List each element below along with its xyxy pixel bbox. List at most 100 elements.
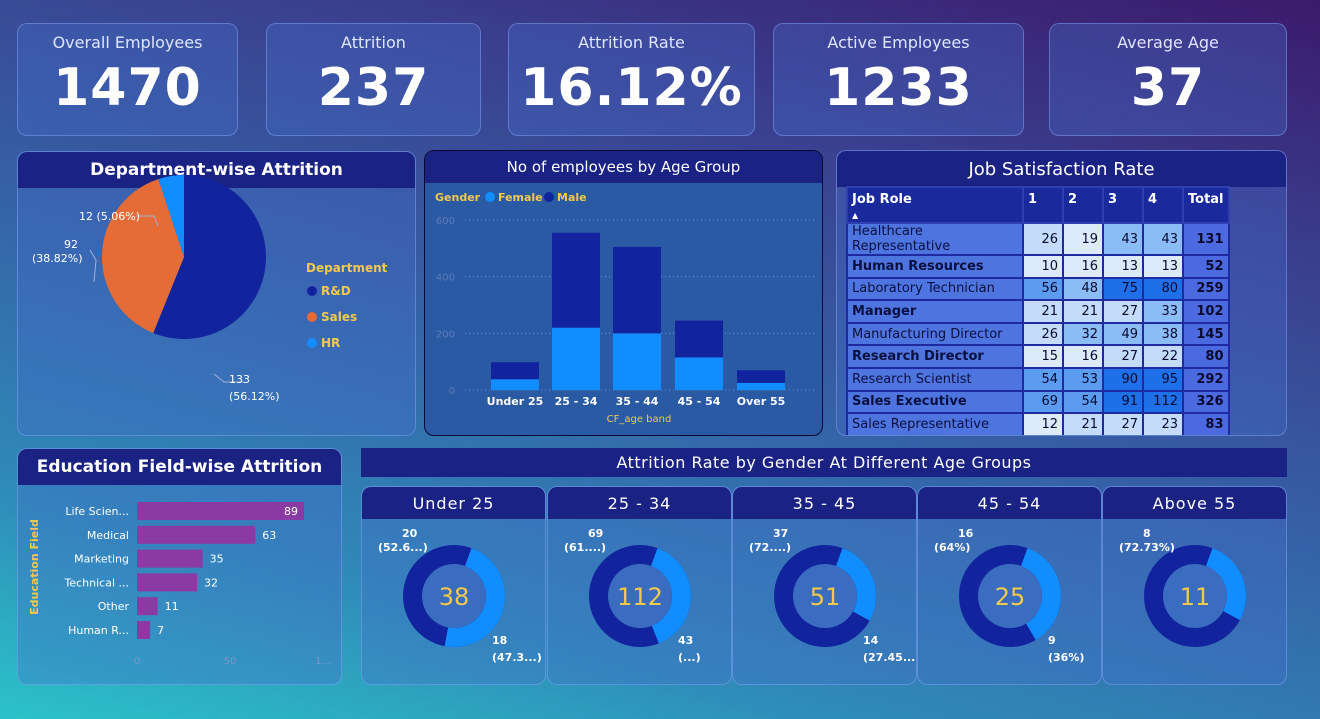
donut-center-value: 25 <box>995 583 1026 611</box>
kpi-title: Overall Employees <box>52 33 203 52</box>
legend-dot-sales <box>307 312 317 322</box>
x-tick-label: 1... <box>315 656 331 667</box>
table-row[interactable]: Research Scientist 54 53 90 95 292 <box>846 366 1230 392</box>
bar-education[interactable] <box>137 502 304 520</box>
donut-label-bottom: 43 <box>678 634 693 647</box>
donut-card-25-34: 25 - 34 112 69 (61....) 43 (...) <box>547 486 732 685</box>
x-tick-label: 45 - 54 <box>678 395 721 408</box>
kpi-card-attrition-rate: Attrition Rate 16.12% <box>508 23 755 136</box>
rating-cell: 43 <box>1142 222 1184 256</box>
column-header-4[interactable]: 4 <box>1142 186 1184 224</box>
y-axis-label: Education Field <box>28 519 41 615</box>
bar-male[interactable] <box>552 232 600 328</box>
rating-cell: 16 <box>1062 254 1104 279</box>
donut-label-top-pct: (64%) <box>934 541 970 554</box>
table-row[interactable]: Research Director 15 16 27 22 80 <box>846 344 1230 369</box>
column-header-3[interactable]: 3 <box>1102 186 1144 224</box>
total-cell: 83 <box>1182 412 1230 435</box>
bar-education[interactable] <box>137 549 203 568</box>
rating-cell: 27 <box>1102 299 1144 324</box>
category-label: Life Scien... <box>65 505 129 518</box>
table-row[interactable]: Human Resources 10 16 13 13 52 <box>846 254 1230 279</box>
x-tick-label: 25 - 34 <box>555 395 598 408</box>
legend-label-hr: HR <box>321 336 340 350</box>
legend-title: Gender <box>435 191 481 204</box>
education-bar-chart: Education Field Life Scien... 89 Medical 63… <box>28 502 331 667</box>
bar-male[interactable] <box>613 246 661 334</box>
rating-cell: 22 <box>1142 344 1184 369</box>
rating-cell: 95 <box>1142 366 1184 392</box>
rating-cell: 26 <box>1022 222 1064 256</box>
job-role-cell: Sales Representative <box>846 412 1024 435</box>
category-label: Medical <box>87 529 129 542</box>
rating-cell: 26 <box>1022 321 1064 347</box>
bar-female[interactable] <box>737 382 785 390</box>
donut-label-top: 69 <box>588 527 603 540</box>
rating-cell: 21 <box>1022 299 1064 324</box>
donut-center-value: 11 <box>1180 583 1211 611</box>
bar-female[interactable] <box>613 333 661 390</box>
kpi-card-average-age: Average Age 37 <box>1049 23 1287 136</box>
bar-male[interactable] <box>675 320 723 358</box>
kpi-card-attrition: Attrition 237 <box>266 23 481 136</box>
legend-label-female: Female <box>498 191 543 204</box>
rating-cell: 12 <box>1022 412 1064 435</box>
total-cell: 292 <box>1182 366 1230 392</box>
rating-cell: 53 <box>1062 366 1104 392</box>
job-role-cell: Human Resources <box>846 254 1024 279</box>
bar-female[interactable] <box>675 357 723 390</box>
rating-cell: 69 <box>1022 389 1064 415</box>
donut-center-value: 112 <box>617 583 663 611</box>
rating-cell: 91 <box>1102 389 1144 415</box>
category-label: Human R... <box>68 624 129 637</box>
kpi-title: Attrition <box>341 33 406 52</box>
bar-education[interactable] <box>137 573 198 592</box>
table-row[interactable]: Sales Representative 12 21 27 23 83 <box>846 412 1230 435</box>
bar-female[interactable] <box>491 379 539 390</box>
bar-education[interactable] <box>137 525 256 544</box>
rating-cell: 32 <box>1062 321 1104 347</box>
column-header-total[interactable]: Total <box>1182 186 1230 224</box>
job-role-cell: Manager <box>846 299 1024 324</box>
bar-female[interactable] <box>552 327 600 390</box>
x-tick-label: 35 - 44 <box>616 395 659 408</box>
data-label: 32 <box>204 576 218 589</box>
rating-cell: 56 <box>1022 276 1064 302</box>
donut-label-bottom-pct: (47.3...) <box>492 651 542 664</box>
legend-dot-female <box>485 192 495 202</box>
age-group-bar-chart: Gender Female Male 600 400 200 0 Under 25 25… <box>435 191 817 425</box>
bar-education[interactable] <box>137 597 158 616</box>
bar-male[interactable] <box>491 362 539 380</box>
job-satisfaction-panel: Job Satisfaction Rate Job Role ▲ 1 2 3 4 … <box>836 150 1287 436</box>
job-role-cell: Research Scientist <box>846 366 1024 392</box>
donut-label-top: 8 <box>1143 527 1151 540</box>
job-role-cell: Sales Executive <box>846 389 1024 415</box>
category-label: Marketing <box>74 553 129 566</box>
pie-label-rd-value: 133 <box>229 373 250 386</box>
table-row[interactable]: Healthcare Representative 26 19 43 43 131 <box>846 222 1230 256</box>
donut-label-bottom: 18 <box>492 634 507 647</box>
kpi-card-overall-employees: Overall Employees 1470 <box>17 23 238 136</box>
rating-cell: 48 <box>1062 276 1104 302</box>
rating-cell: 38 <box>1142 321 1184 347</box>
table-row[interactable]: Manufacturing Director 26 32 49 38 145 <box>846 321 1230 347</box>
legend-dot-hr <box>307 338 317 348</box>
total-cell: 80 <box>1182 344 1230 369</box>
column-header-job-role[interactable]: Job Role ▲ <box>846 186 1024 224</box>
table-row[interactable]: Laboratory Technician 56 48 75 80 259 <box>846 276 1230 302</box>
bar-education[interactable] <box>137 621 151 639</box>
total-cell: 52 <box>1182 254 1230 279</box>
table-row[interactable]: Manager 21 21 27 33 102 <box>846 299 1230 324</box>
column-header-1[interactable]: 1 <box>1022 186 1064 224</box>
kpi-title: Average Age <box>1117 33 1219 52</box>
kpi-value: 37 <box>1130 58 1206 118</box>
data-label: 63 <box>262 529 276 542</box>
education-attrition-panel: Education Field-wise Attrition Education… <box>17 448 342 685</box>
bar-male[interactable] <box>737 370 785 383</box>
y-tick-label: 400 <box>436 273 455 284</box>
table-row[interactable]: Sales Executive 69 54 91 112 326 <box>846 389 1230 415</box>
legend-label-male: Male <box>557 191 587 204</box>
department-pie-chart: 12 (5.06%) 92 (38.82%) 133 (56.12%) Depa… <box>32 175 388 403</box>
column-header-2[interactable]: 2 <box>1062 186 1104 224</box>
panel-title: Job Satisfaction Rate <box>837 151 1286 187</box>
